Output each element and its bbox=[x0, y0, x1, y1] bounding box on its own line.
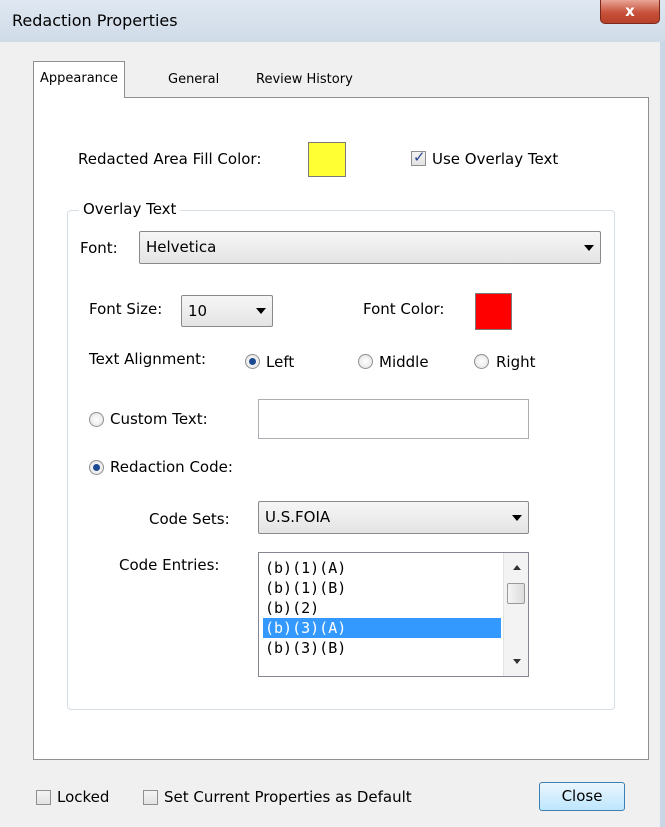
code-entries-label: Code Entries: bbox=[119, 556, 220, 574]
tab-general[interactable]: General bbox=[162, 66, 225, 96]
list-item[interactable]: (b)(3)(B) bbox=[263, 638, 501, 658]
list-item-partial bbox=[263, 665, 501, 675]
scroll-thumb[interactable] bbox=[507, 583, 525, 604]
tab-appearance[interactable]: Appearance bbox=[33, 61, 126, 98]
text-alignment-label: Text Alignment: bbox=[89, 350, 207, 368]
close-button[interactable]: Close bbox=[539, 782, 625, 811]
font-label: Font: bbox=[80, 239, 118, 257]
font-color-swatch[interactable] bbox=[475, 293, 512, 330]
chevron-down-icon bbox=[512, 514, 522, 521]
custom-text-radio[interactable] bbox=[89, 412, 104, 427]
tab-review-history[interactable]: Review History bbox=[250, 66, 359, 96]
alignment-right-radio[interactable] bbox=[474, 354, 489, 369]
overlay-text-group-title: Overlay Text bbox=[79, 200, 181, 218]
locked-label: Locked bbox=[57, 788, 110, 806]
list-item[interactable]: (b)(1)(A) bbox=[263, 558, 501, 578]
checkmark-icon: ✓ bbox=[413, 148, 426, 166]
list-item[interactable]: (b)(1)(B) bbox=[263, 578, 501, 598]
code-entries-scrollbar[interactable] bbox=[503, 553, 528, 676]
redaction-code-label: Redaction Code: bbox=[110, 458, 233, 476]
set-default-checkbox[interactable] bbox=[143, 790, 158, 805]
list-item[interactable]: (b)(2) bbox=[263, 598, 501, 618]
alignment-middle-radio[interactable] bbox=[358, 354, 373, 369]
window-close-button[interactable]: x bbox=[600, 0, 660, 24]
fill-color-swatch[interactable] bbox=[308, 142, 346, 177]
code-sets-value: U.S.FOIA bbox=[265, 508, 331, 526]
code-sets-label: Code Sets: bbox=[149, 510, 230, 528]
use-overlay-label: Use Overlay Text bbox=[432, 150, 559, 168]
alignment-right-label: Right bbox=[496, 353, 536, 371]
code-entries-list[interactable]: (b)(1)(A) (b)(1)(B) (b)(2) (b)(3)(A) (b)… bbox=[258, 552, 529, 677]
alignment-left-radio[interactable] bbox=[245, 354, 260, 369]
set-default-label: Set Current Properties as Default bbox=[164, 788, 412, 806]
chevron-down-icon bbox=[584, 244, 594, 251]
list-item-selected[interactable]: (b)(3)(A) bbox=[263, 618, 501, 638]
locked-checkbox[interactable] bbox=[36, 790, 51, 805]
close-icon: x bbox=[625, 2, 635, 20]
scroll-up-icon[interactable] bbox=[513, 565, 521, 570]
redaction-code-radio[interactable] bbox=[89, 460, 104, 475]
custom-text-label: Custom Text: bbox=[110, 410, 208, 428]
font-size-dropdown[interactable]: 10 bbox=[181, 295, 273, 327]
font-size-value: 10 bbox=[188, 302, 208, 320]
font-color-label: Font Color: bbox=[363, 300, 445, 318]
chevron-down-icon bbox=[256, 308, 266, 314]
font-dropdown[interactable]: Helvetica bbox=[139, 231, 601, 264]
font-value: Helvetica bbox=[146, 238, 217, 256]
window-frame-edge bbox=[660, 42, 665, 827]
alignment-middle-label: Middle bbox=[379, 353, 429, 371]
code-sets-dropdown[interactable]: U.S.FOIA bbox=[258, 501, 529, 534]
font-size-label: Font Size: bbox=[89, 300, 163, 318]
use-overlay-checkbox[interactable]: ✓ bbox=[411, 148, 426, 166]
custom-text-input[interactable] bbox=[258, 399, 529, 439]
alignment-left-label: Left bbox=[266, 353, 295, 371]
scroll-down-icon[interactable] bbox=[513, 659, 521, 664]
fill-color-label: Redacted Area Fill Color: bbox=[78, 150, 262, 168]
window-title: Redaction Properties bbox=[12, 11, 178, 30]
